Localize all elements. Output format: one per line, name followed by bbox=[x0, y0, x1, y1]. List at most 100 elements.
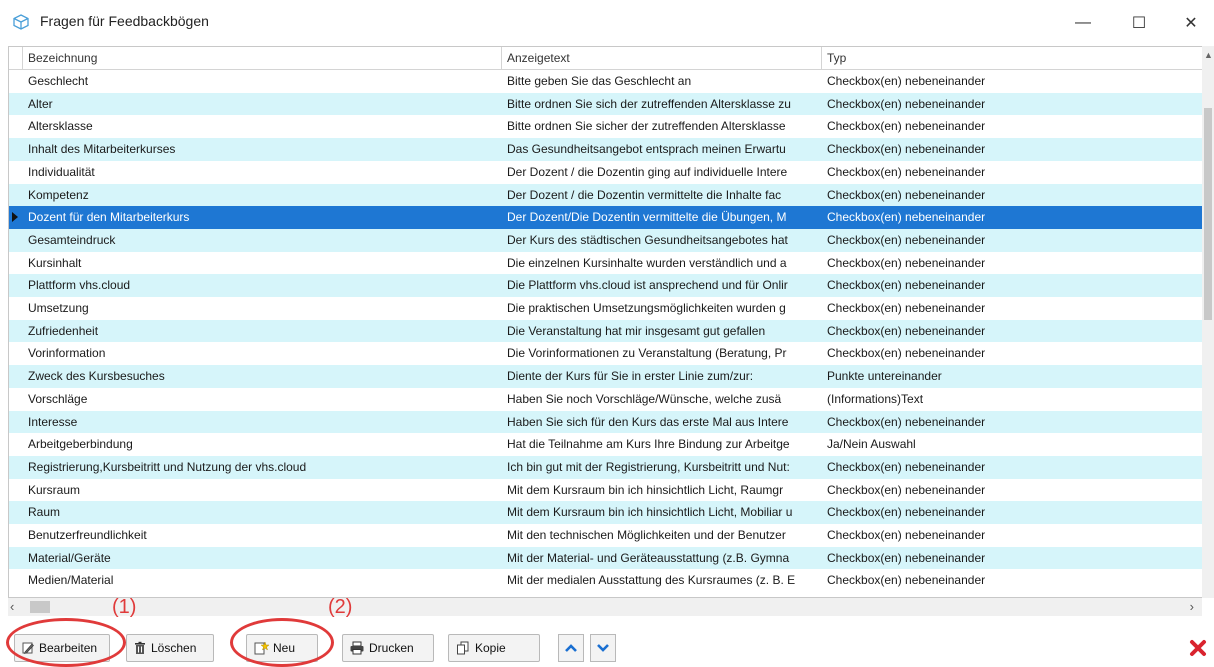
questions-grid[interactable]: Bezeichnung Anzeigetext Typ Geschlecht Bi… bbox=[8, 46, 1204, 598]
cell-anzeigetext[interactable]: Bitte ordnen Sie sich der zutreffenden A… bbox=[502, 93, 822, 116]
table-row[interactable]: Altersklasse Bitte ordnen Sie sicher der … bbox=[9, 115, 1203, 138]
cell-typ[interactable]: Checkbox(en) nebeneinander bbox=[822, 184, 1202, 207]
table-row[interactable]: Dozent für den Mitarbeiterkurs Der Dozent… bbox=[9, 206, 1203, 229]
cell-typ[interactable]: Checkbox(en) nebeneinander bbox=[822, 297, 1202, 320]
cell-typ[interactable]: Checkbox(en) nebeneinander bbox=[822, 229, 1202, 252]
cell-anzeigetext[interactable]: Diente der Kurs für Sie in erster Linie … bbox=[502, 365, 822, 388]
column-header-anzeigetext[interactable]: Anzeigetext bbox=[502, 47, 822, 69]
cell-anzeigetext[interactable]: Haben Sie noch Vorschläge/Wünsche, welch… bbox=[502, 388, 822, 411]
table-row[interactable]: Kursinhalt Die einzelnen Kursinhalte wurd… bbox=[9, 252, 1203, 275]
cell-bezeichnung[interactable]: Gesamteindruck bbox=[23, 229, 502, 252]
cell-bezeichnung[interactable]: Interesse bbox=[23, 411, 502, 434]
cell-anzeigetext[interactable]: Die Vorinformationen zu Veranstaltung (B… bbox=[502, 342, 822, 365]
cell-anzeigetext[interactable]: Mit der medialen Ausstattung des Kursrau… bbox=[502, 569, 822, 592]
scroll-up-icon[interactable]: ▲ bbox=[1204, 50, 1213, 60]
scroll-left-icon[interactable]: ‹ bbox=[10, 599, 14, 614]
cell-bezeichnung[interactable]: Kursinhalt bbox=[23, 252, 502, 275]
cell-anzeigetext[interactable]: Der Dozent / die Dozentin ging auf indiv… bbox=[502, 161, 822, 184]
cell-anzeigetext[interactable]: Das Gesundheitsangebot entsprach meinen … bbox=[502, 138, 822, 161]
cell-bezeichnung[interactable]: Inhalt des Mitarbeiterkurses bbox=[23, 138, 502, 161]
table-row[interactable]: Benutzerfreundlichkeit Mit den technische… bbox=[9, 524, 1203, 547]
cell-typ[interactable]: Checkbox(en) nebeneinander bbox=[822, 342, 1202, 365]
cell-typ[interactable]: Checkbox(en) nebeneinander bbox=[822, 569, 1202, 592]
table-row[interactable]: Kursraum Mit dem Kursraum bin ich hinsich… bbox=[9, 479, 1203, 502]
cell-anzeigetext[interactable]: Bitte ordnen Sie sicher der zutreffenden… bbox=[502, 115, 822, 138]
scroll-right-icon[interactable]: › bbox=[1190, 599, 1194, 614]
table-row[interactable]: Geschlecht Bitte geben Sie das Geschlecht… bbox=[9, 70, 1203, 93]
cell-typ[interactable]: Checkbox(en) nebeneinander bbox=[822, 70, 1202, 93]
cell-anzeigetext[interactable]: Die Plattform vhs.cloud ist ansprechend … bbox=[502, 274, 822, 297]
cell-anzeigetext[interactable]: Die praktischen Umsetzungsmöglichkeiten … bbox=[502, 297, 822, 320]
cell-typ[interactable]: Checkbox(en) nebeneinander bbox=[822, 479, 1202, 502]
cell-bezeichnung[interactable]: Registrierung,Kursbeitritt und Nutzung d… bbox=[23, 456, 502, 479]
cell-typ[interactable]: Checkbox(en) nebeneinander bbox=[822, 115, 1202, 138]
table-row[interactable]: Interesse Haben Sie sich für den Kurs das… bbox=[9, 410, 1203, 434]
table-row[interactable]: Medien/Material Mit der medialen Ausstatt… bbox=[9, 569, 1203, 592]
horizontal-scroll-thumb[interactable] bbox=[30, 601, 50, 613]
cell-bezeichnung[interactable]: Zufriedenheit bbox=[23, 320, 502, 343]
cell-bezeichnung[interactable]: Arbeitgeberbindung bbox=[23, 433, 502, 456]
cell-typ[interactable]: Punkte untereinander bbox=[822, 365, 1202, 388]
cell-typ[interactable]: Checkbox(en) nebeneinander bbox=[822, 456, 1202, 479]
cell-bezeichnung[interactable]: Plattform vhs.cloud bbox=[23, 274, 502, 297]
move-down-button[interactable] bbox=[590, 634, 616, 662]
table-row[interactable]: Individualität Der Dozent / die Dozentin … bbox=[9, 161, 1203, 184]
cell-bezeichnung[interactable]: Vorinformation bbox=[23, 342, 502, 365]
cell-anzeigetext[interactable]: Mit dem Kursraum bin ich hinsichtlich Li… bbox=[502, 501, 822, 524]
table-row[interactable]: Inhalt des Mitarbeiterkurses Das Gesundhe… bbox=[9, 138, 1203, 161]
cell-anzeigetext[interactable]: Mit dem Kursraum bin ich hinsichtlich Li… bbox=[502, 479, 822, 502]
cell-bezeichnung[interactable]: Material/Geräte bbox=[23, 547, 502, 570]
cell-typ[interactable]: Checkbox(en) nebeneinander bbox=[822, 206, 1202, 229]
cell-anzeigetext[interactable]: Die einzelnen Kursinhalte wurden verstän… bbox=[502, 252, 822, 275]
print-button[interactable]: Drucken bbox=[342, 634, 434, 662]
table-row[interactable]: Registrierung,Kursbeitritt und Nutzung d… bbox=[9, 455, 1203, 479]
table-row[interactable]: Arbeitgeberbindung Hat die Teilnahme am K… bbox=[9, 433, 1203, 456]
cell-typ[interactable]: Checkbox(en) nebeneinander bbox=[822, 320, 1202, 343]
vertical-scrollbar[interactable]: ▲ bbox=[1202, 46, 1214, 598]
cell-bezeichnung[interactable]: Benutzerfreundlichkeit bbox=[23, 524, 502, 547]
cell-bezeichnung[interactable]: Zweck des Kursbesuches bbox=[23, 365, 502, 388]
maximize-button[interactable]: ☐ bbox=[1116, 8, 1162, 38]
cell-anzeigetext[interactable]: Bitte geben Sie das Geschlecht an bbox=[502, 70, 822, 93]
cell-anzeigetext[interactable]: Der Dozent/Die Dozentin vermittelte die … bbox=[502, 206, 822, 229]
column-header-bezeichnung[interactable]: Bezeichnung bbox=[23, 47, 502, 69]
cell-bezeichnung[interactable]: Kompetenz bbox=[23, 184, 502, 207]
table-row[interactable]: Vorschläge Haben Sie noch Vorschläge/Wüns… bbox=[9, 388, 1203, 411]
cell-anzeigetext[interactable]: Ich bin gut mit der Registrierung, Kursb… bbox=[502, 456, 822, 479]
cell-bezeichnung[interactable]: Vorschläge bbox=[23, 388, 502, 411]
cell-anzeigetext[interactable]: Die Veranstaltung hat mir insgesamt gut … bbox=[502, 320, 822, 343]
cell-bezeichnung[interactable]: Altersklasse bbox=[23, 115, 502, 138]
table-row[interactable]: Kompetenz Der Dozent / die Dozentin vermi… bbox=[9, 183, 1203, 207]
cell-typ[interactable]: Ja/Nein Auswahl bbox=[822, 433, 1202, 456]
cell-typ[interactable]: Checkbox(en) nebeneinander bbox=[822, 161, 1202, 184]
table-row[interactable]: Zufriedenheit Die Veranstaltung hat mir i… bbox=[9, 319, 1203, 343]
table-row[interactable]: Umsetzung Die praktischen Umsetzungsmögli… bbox=[9, 297, 1203, 320]
cell-bezeichnung[interactable]: Raum bbox=[23, 501, 502, 524]
cell-typ[interactable]: Checkbox(en) nebeneinander bbox=[822, 547, 1202, 570]
cell-typ[interactable]: Checkbox(en) nebeneinander bbox=[822, 93, 1202, 116]
vertical-scroll-thumb[interactable] bbox=[1204, 108, 1212, 320]
close-button[interactable]: ✕ bbox=[1168, 8, 1214, 38]
horizontal-scrollbar[interactable]: ‹ › bbox=[8, 598, 1202, 616]
cell-bezeichnung[interactable]: Kursraum bbox=[23, 479, 502, 502]
table-row[interactable]: Vorinformation Die Vorinformationen zu Ve… bbox=[9, 342, 1203, 365]
table-row[interactable]: Zweck des Kursbesuches Diente der Kurs fü… bbox=[9, 365, 1203, 388]
move-up-button[interactable] bbox=[558, 634, 584, 662]
cell-bezeichnung[interactable]: Dozent für den Mitarbeiterkurs bbox=[23, 206, 502, 229]
cell-typ[interactable]: Checkbox(en) nebeneinander bbox=[822, 411, 1202, 434]
cell-anzeigetext[interactable]: Mit den technischen Möglichkeiten und de… bbox=[502, 524, 822, 547]
cell-typ[interactable]: Checkbox(en) nebeneinander bbox=[822, 252, 1202, 275]
cell-bezeichnung[interactable]: Medien/Material bbox=[23, 569, 502, 592]
table-row[interactable]: Plattform vhs.cloud Die Plattform vhs.clo… bbox=[9, 274, 1203, 297]
cell-typ[interactable]: Checkbox(en) nebeneinander bbox=[822, 138, 1202, 161]
cell-anzeigetext[interactable]: Der Dozent / die Dozentin vermittelte di… bbox=[502, 184, 822, 207]
cancel-button[interactable] bbox=[1186, 636, 1210, 660]
cell-anzeigetext[interactable]: Haben Sie sich für den Kurs das erste Ma… bbox=[502, 411, 822, 434]
table-row[interactable]: Raum Mit dem Kursraum bin ich hinsichtlic… bbox=[9, 501, 1203, 524]
cell-bezeichnung[interactable]: Alter bbox=[23, 93, 502, 116]
cell-bezeichnung[interactable]: Individualität bbox=[23, 161, 502, 184]
cell-bezeichnung[interactable]: Umsetzung bbox=[23, 297, 502, 320]
cell-anzeigetext[interactable]: Hat die Teilnahme am Kurs Ihre Bindung z… bbox=[502, 433, 822, 456]
table-row[interactable]: Material/Geräte Mit der Material- und Ger… bbox=[9, 546, 1203, 570]
table-row[interactable]: Gesamteindruck Der Kurs des städtischen G… bbox=[9, 228, 1203, 252]
